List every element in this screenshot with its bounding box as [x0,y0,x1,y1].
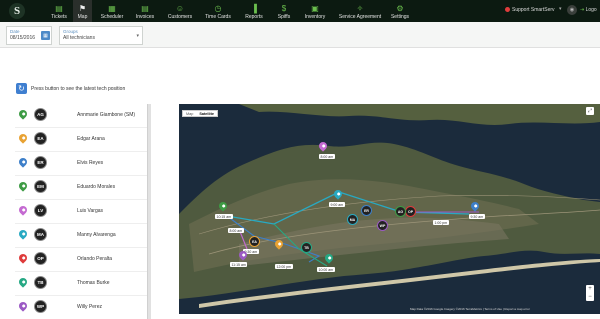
nav-map[interactable]: ⚑ Map [73,0,92,22]
nav-reports[interactable]: ▐ Reports [242,0,266,22]
bar-chart-icon: ▐ [251,4,257,13]
map-tech-marker[interactable]: EA [249,236,260,247]
map-time-label: 9:30 am [469,214,485,219]
customers-icon: ☺ [175,4,185,13]
date-field[interactable]: Date 08/15/2016 ▦ [6,26,52,45]
avatar: MA [34,228,47,241]
map-pin-icon: ⚑ [78,4,87,13]
tech-row[interactable]: LV Luis Vargas [15,200,147,224]
nav-scheduler[interactable]: ▦ Scheduler [99,0,125,22]
map-time-label: 10:00 am [317,267,335,272]
nav-invoices[interactable]: ▤ Invoices [133,0,157,22]
chevron-down-icon[interactable]: ▾ [559,6,562,12]
avatar: ER [34,156,47,169]
zoom-control[interactable]: + − [586,285,594,301]
tech-row[interactable]: AG Annmarie Giambone (SM) [15,104,147,128]
map-time-label: 11:15 am [230,262,248,267]
nav-settings[interactable]: ⚙ Settings [389,0,411,22]
support-link[interactable]: Support SmartServ [505,7,555,13]
satellite-map[interactable]: 8:00 am 9:00 am 10:15 am 8:00 am 9:30 am… [179,104,600,314]
tech-row[interactable]: TB Thomas Burke [15,272,147,296]
tech-row[interactable]: MA Manny Alvarenga [15,224,147,248]
tech-row[interactable]: EM Eduardo Morales [15,176,147,200]
map-pin-icon [17,276,29,288]
map-time-label: 1:00 pm [433,220,449,225]
map-time-label: 9:00 am [329,202,345,207]
top-nav: S ▤ Tickets ⚑ Map ▦ Scheduler ▤ Invoices… [0,0,600,22]
tech-row[interactable]: WP Willy Perez [15,296,147,319]
fullscreen-icon[interactable]: ⤢ [586,107,594,115]
map-toggle-satellite[interactable]: Satellite [196,111,217,116]
chevron-down-icon: ▾ [136,33,139,39]
map-canvas [179,104,600,314]
avatar: TB [34,276,47,289]
calendar-icon[interactable]: ▦ [41,31,50,40]
filter-bar: Date 08/15/2016 ▦ Groups All technicians… [0,22,600,48]
avatar: OP [34,252,47,265]
map-tech-marker[interactable]: OP [405,206,416,217]
avatar: LV [34,204,47,217]
tech-row[interactable]: OP Orlando Peralta [15,248,147,272]
notification-dot-icon [505,7,510,12]
avatar: WP [34,300,47,313]
map-tech-marker[interactable]: TB [301,242,312,253]
tech-list-scrollbar[interactable] [147,104,151,319]
logout-icon: ⇥ [580,7,585,13]
calendar-icon: ▦ [108,4,116,13]
tech-list: AG Annmarie Giambone (SM) EA Edgar Arana… [15,104,151,319]
map-tech-marker[interactable]: MA [347,214,358,225]
user-avatar[interactable]: ◉ [567,5,577,15]
map-pin-icon [17,156,29,168]
nav-time-cards[interactable]: ◷ Time Cards [203,0,233,22]
nav-tickets[interactable]: ▤ Tickets [46,0,72,22]
invoice-icon: ▤ [141,4,149,13]
zoom-in-icon[interactable]: + [588,286,592,292]
logout-button[interactable]: ⇥ Logo [580,7,597,13]
nav-customers[interactable]: ☺ Customers [166,0,194,22]
map-attribution: Map Data ©2016 Google Imagery ©2016 Terr… [410,307,530,311]
nav-inventory[interactable]: ▣ Inventory [302,0,328,22]
tech-row[interactable]: EA Edgar Arana [15,128,147,152]
map-pin-icon [17,228,29,240]
money-icon: $ [281,4,287,13]
map-tech-marker[interactable]: AG [395,206,406,217]
map-time-label: 12:00 pm [275,264,293,269]
avatar: EA [34,132,47,145]
nav-spiffs[interactable]: $ Spiffs [275,0,293,22]
map-pin-icon [17,108,29,120]
refresh-hint: Press button to see the latest tech posi… [31,86,126,92]
map-pin-icon [17,204,29,216]
zoom-out-icon[interactable]: − [588,294,592,300]
groups-select[interactable]: Groups All technicians ▾ [59,26,143,45]
app-logo[interactable]: S [9,3,25,19]
map-pin-icon [17,180,29,192]
handshake-icon: ✧ [356,4,364,13]
map-tech-marker[interactable]: WP [377,220,388,231]
nav-service-agreement[interactable]: ✧ Service Agreement [338,0,382,22]
map-pin-icon [17,252,29,264]
map-toggle-map[interactable]: Map [183,111,196,116]
avatar: AG [34,108,47,121]
tech-row[interactable]: ER Elvis Reyes [15,152,147,176]
map-time-label: 8:00 am [228,228,244,233]
refresh-button[interactable]: ↻ [16,83,27,94]
avatar: EM [34,180,47,193]
inventory-icon: ▣ [311,4,319,13]
map-pin-icon [17,132,29,144]
refresh-icon: ↻ [18,84,25,93]
map-time-label: 8:00 am [319,154,335,159]
map-tech-marker[interactable]: ER [361,205,372,216]
clock-icon: ◷ [214,4,222,13]
map-time-label: 10:15 am [215,214,233,219]
ticket-icon: ▤ [55,4,63,13]
map-type-toggle[interactable]: Map Satellite [182,110,218,117]
gear-icon: ⚙ [396,4,404,13]
map-pin-icon [17,300,29,312]
